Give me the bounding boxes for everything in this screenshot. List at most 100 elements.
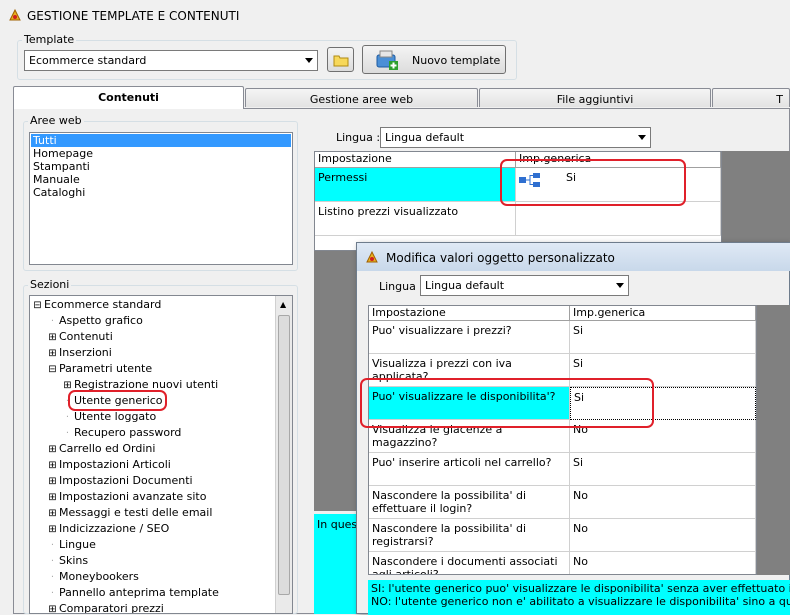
template-select-value: Ecommerce standard (29, 54, 147, 67)
expand-icon[interactable]: ⊞ (48, 444, 57, 455)
tree-branch-icon: · (50, 572, 55, 583)
folder-icon (333, 55, 349, 67)
tree-node[interactable]: · Utente loggato (63, 410, 156, 423)
grid-header-impostazione: Impostazione (315, 152, 516, 168)
tree-node[interactable]: ⊞ Messaggi e testi delle email (48, 506, 212, 519)
expand-icon[interactable]: ⊞ (48, 476, 57, 487)
dialog-row-name[interactable]: Puo' inserire articoli nel carrello? (369, 453, 570, 486)
template-select[interactable]: Ecommerce standard (24, 50, 318, 71)
annotation-circle-permessi (500, 159, 686, 206)
dialog-row-value[interactable]: No (570, 552, 756, 574)
tree-node[interactable]: · Skins (48, 554, 88, 567)
tab-contenuti[interactable]: Contenuti (13, 86, 244, 109)
dialog-row-name[interactable]: Puo' visualizzare i prezzi? (369, 321, 570, 354)
dialog-row-value[interactable]: Si (570, 453, 756, 486)
tree-node-label: Carrello ed Ordini (59, 442, 156, 455)
tree-node[interactable]: · Aspetto grafico (48, 314, 143, 327)
tree-node[interactable]: ⊟ Parametri utente (48, 362, 152, 375)
tree-node-label: Impostazioni Articoli (59, 458, 171, 471)
tree-node[interactable]: · Recupero password (63, 426, 182, 439)
collapse-icon[interactable]: ⊟ (48, 364, 57, 375)
tree-node[interactable]: ⊞ Impostazioni avanzate sito (48, 490, 206, 503)
expand-icon[interactable]: ⊞ (63, 380, 72, 391)
tree-node-label: Contenuti (59, 330, 113, 343)
aree-web-list[interactable]: Tutti Homepage Stampanti Manuale Cataloghi (29, 132, 293, 265)
tab-t[interactable]: T (712, 88, 790, 107)
dialog-row-value[interactable]: Si (570, 321, 756, 354)
tree-node[interactable]: ⊞ Contenuti (48, 330, 113, 343)
dialog-app-icon (366, 250, 378, 263)
dialog-grid: Impostazione Imp.generica Puo' visualizz… (368, 305, 757, 575)
sezioni-label: Sezioni (28, 278, 72, 291)
scroll-thumb[interactable] (278, 315, 290, 595)
template-label: Template (22, 33, 77, 46)
tree-node[interactable]: ⊞ Impostazioni Documenti (48, 474, 193, 487)
grid-cell-listino[interactable]: Listino prezzi visualizzato (315, 202, 516, 236)
tree-node[interactable]: ⊞ Carrello ed Ordini (48, 442, 155, 455)
grid-cell-listino-value[interactable] (516, 202, 721, 236)
tree-node-label: Indicizzazione / SEO (59, 522, 170, 535)
tab-gestione-aree-web[interactable]: Gestione aree web (245, 88, 478, 107)
new-template-button[interactable]: Nuovo template (362, 45, 506, 74)
dialog-header-imp-generica: Imp.generica (570, 306, 756, 321)
tree-node[interactable]: ⊟ Ecommerce standard (33, 298, 161, 311)
tree-node-label: Comparatori prezzi (59, 602, 164, 614)
app-icon (9, 8, 21, 21)
lingua-label: Lingua : (336, 131, 381, 144)
dialog-lingua-value: Lingua default (425, 279, 505, 292)
tree-node[interactable]: · Lingue (48, 538, 96, 551)
tree-node[interactable]: · Moneybookers (48, 570, 139, 583)
tree-branch-icon: · (50, 316, 55, 327)
aree-web-item[interactable]: Stampanti (31, 160, 291, 173)
dialog-row-value[interactable]: No (570, 519, 756, 552)
aree-web-item[interactable]: Tutti (31, 134, 291, 147)
sezioni-tree[interactable]: ▲ ⊟ Ecommerce standard · Aspetto grafico ⊞ Co… (29, 295, 293, 614)
dialog-title-bar: Modifica valori oggetto personalizzato (357, 243, 790, 271)
grid-cell-permessi[interactable]: Permessi (315, 168, 516, 202)
tree-node-label: Moneybookers (59, 570, 139, 583)
dialog-lingua-select[interactable]: Lingua default (420, 275, 629, 296)
dialog-info-box: SI: l'utente generico puo' visualizzare … (368, 580, 790, 615)
tree-node[interactable]: ⊞ Inserzioni (48, 346, 112, 359)
dialog-row-name[interactable]: Nascondere la possibilita' di registrars… (369, 519, 570, 552)
dialog-row-name[interactable]: Nascondere i documenti associati agli ar… (369, 552, 570, 574)
open-folder-button[interactable] (327, 47, 354, 72)
tree-scrollbar[interactable]: ▲ (275, 296, 292, 613)
new-template-label: Nuovo template (412, 54, 501, 67)
tree-node[interactable]: ⊞ Indicizzazione / SEO (48, 522, 169, 535)
collapse-icon[interactable]: ⊟ (33, 300, 42, 311)
chevron-down-icon (633, 128, 650, 147)
lingua-select[interactable]: Lingua default (380, 127, 651, 148)
expand-icon[interactable]: ⊞ (48, 508, 57, 519)
aree-web-item[interactable]: Manuale (31, 173, 291, 186)
expand-icon[interactable]: ⊞ (48, 348, 57, 359)
dialog-header-impostazione: Impostazione (369, 306, 570, 321)
tree-node-label: Utente loggato (74, 410, 157, 423)
aree-web-item[interactable]: Cataloghi (31, 186, 291, 199)
expand-icon[interactable]: ⊞ (48, 332, 57, 343)
tree-node-label: Impostazioni avanzate sito (59, 490, 207, 503)
dialog-gray-area (757, 305, 790, 575)
dialog-row-name[interactable]: Nascondere la possibilita' di effettuare… (369, 486, 570, 519)
tree-node[interactable]: ⊞ Impostazioni Articoli (48, 458, 171, 471)
aree-web-item[interactable]: Homepage (31, 147, 291, 160)
expand-icon[interactable]: ⊞ (48, 460, 57, 471)
tree-node-label: Skins (59, 554, 89, 567)
tree-node-label: Ecommerce standard (44, 298, 162, 311)
scroll-up-arrow[interactable]: ▲ (280, 300, 286, 309)
tab-file-aggiuntivi[interactable]: File aggiuntivi (479, 88, 711, 107)
dialog-title: Modifica valori oggetto personalizzato (386, 251, 615, 265)
dialog-row-value[interactable]: No (570, 486, 756, 519)
tree-node[interactable]: ⊞ Comparatori prezzi (48, 602, 164, 614)
tree-branch-icon: · (50, 540, 55, 551)
tree-node-label: Pannello anteprima template (59, 586, 219, 599)
expand-icon[interactable]: ⊞ (48, 492, 57, 503)
tree-node-label: Recupero password (74, 426, 182, 439)
tree-node-label: Impostazioni Documenti (59, 474, 193, 487)
tree-node[interactable]: · Pannello anteprima template (48, 586, 219, 599)
annotation-circle-disponibilita (360, 378, 654, 428)
expand-icon[interactable]: ⊞ (48, 604, 57, 613)
expand-icon[interactable]: ⊞ (48, 524, 57, 535)
lingua-select-value: Lingua default (385, 131, 465, 144)
tree-node-label: Aspetto grafico (59, 314, 143, 327)
